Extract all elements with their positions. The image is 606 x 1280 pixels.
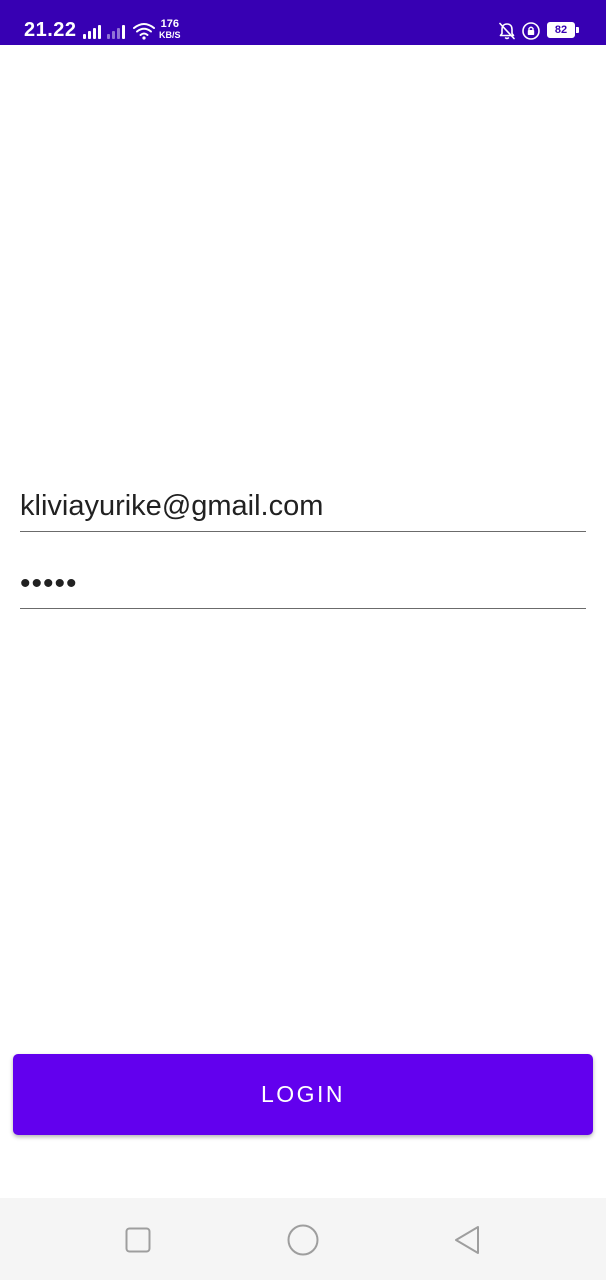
- wifi-icon: [133, 23, 155, 40]
- password-field[interactable]: [20, 562, 586, 609]
- password-input[interactable]: [20, 562, 586, 606]
- back-icon: [455, 1226, 479, 1254]
- recent-apps-icon: [125, 1227, 151, 1253]
- email-field[interactable]: [20, 484, 586, 532]
- battery-tip: [576, 27, 579, 33]
- back-button[interactable]: [448, 1220, 488, 1260]
- login-screen: 21.22 176 KB/S 82 kliviayurike@gmail.com…: [0, 0, 606, 1280]
- signal-2-icon: [107, 25, 127, 39]
- battery-level: 82: [554, 24, 568, 36]
- lock-rotation-icon: [522, 22, 540, 40]
- home-button[interactable]: [283, 1220, 323, 1260]
- battery-icon: 82: [547, 22, 575, 38]
- net-speed-value: 176: [160, 18, 179, 30]
- navigation-bar: [0, 1198, 606, 1280]
- bell-muted-icon: [499, 22, 515, 40]
- net-speed-unit: KB/S: [159, 30, 181, 40]
- recent-apps-button[interactable]: [118, 1220, 158, 1260]
- status-bar: 21.22 176 KB/S 82: [0, 0, 606, 45]
- net-speed: 176 KB/S: [159, 19, 181, 41]
- signal-1-icon: [83, 25, 103, 39]
- status-time: 21.22: [24, 19, 77, 41]
- login-button[interactable]: LOGIN: [13, 1054, 593, 1135]
- email-input[interactable]: [20, 484, 586, 528]
- home-icon: [287, 1224, 319, 1256]
